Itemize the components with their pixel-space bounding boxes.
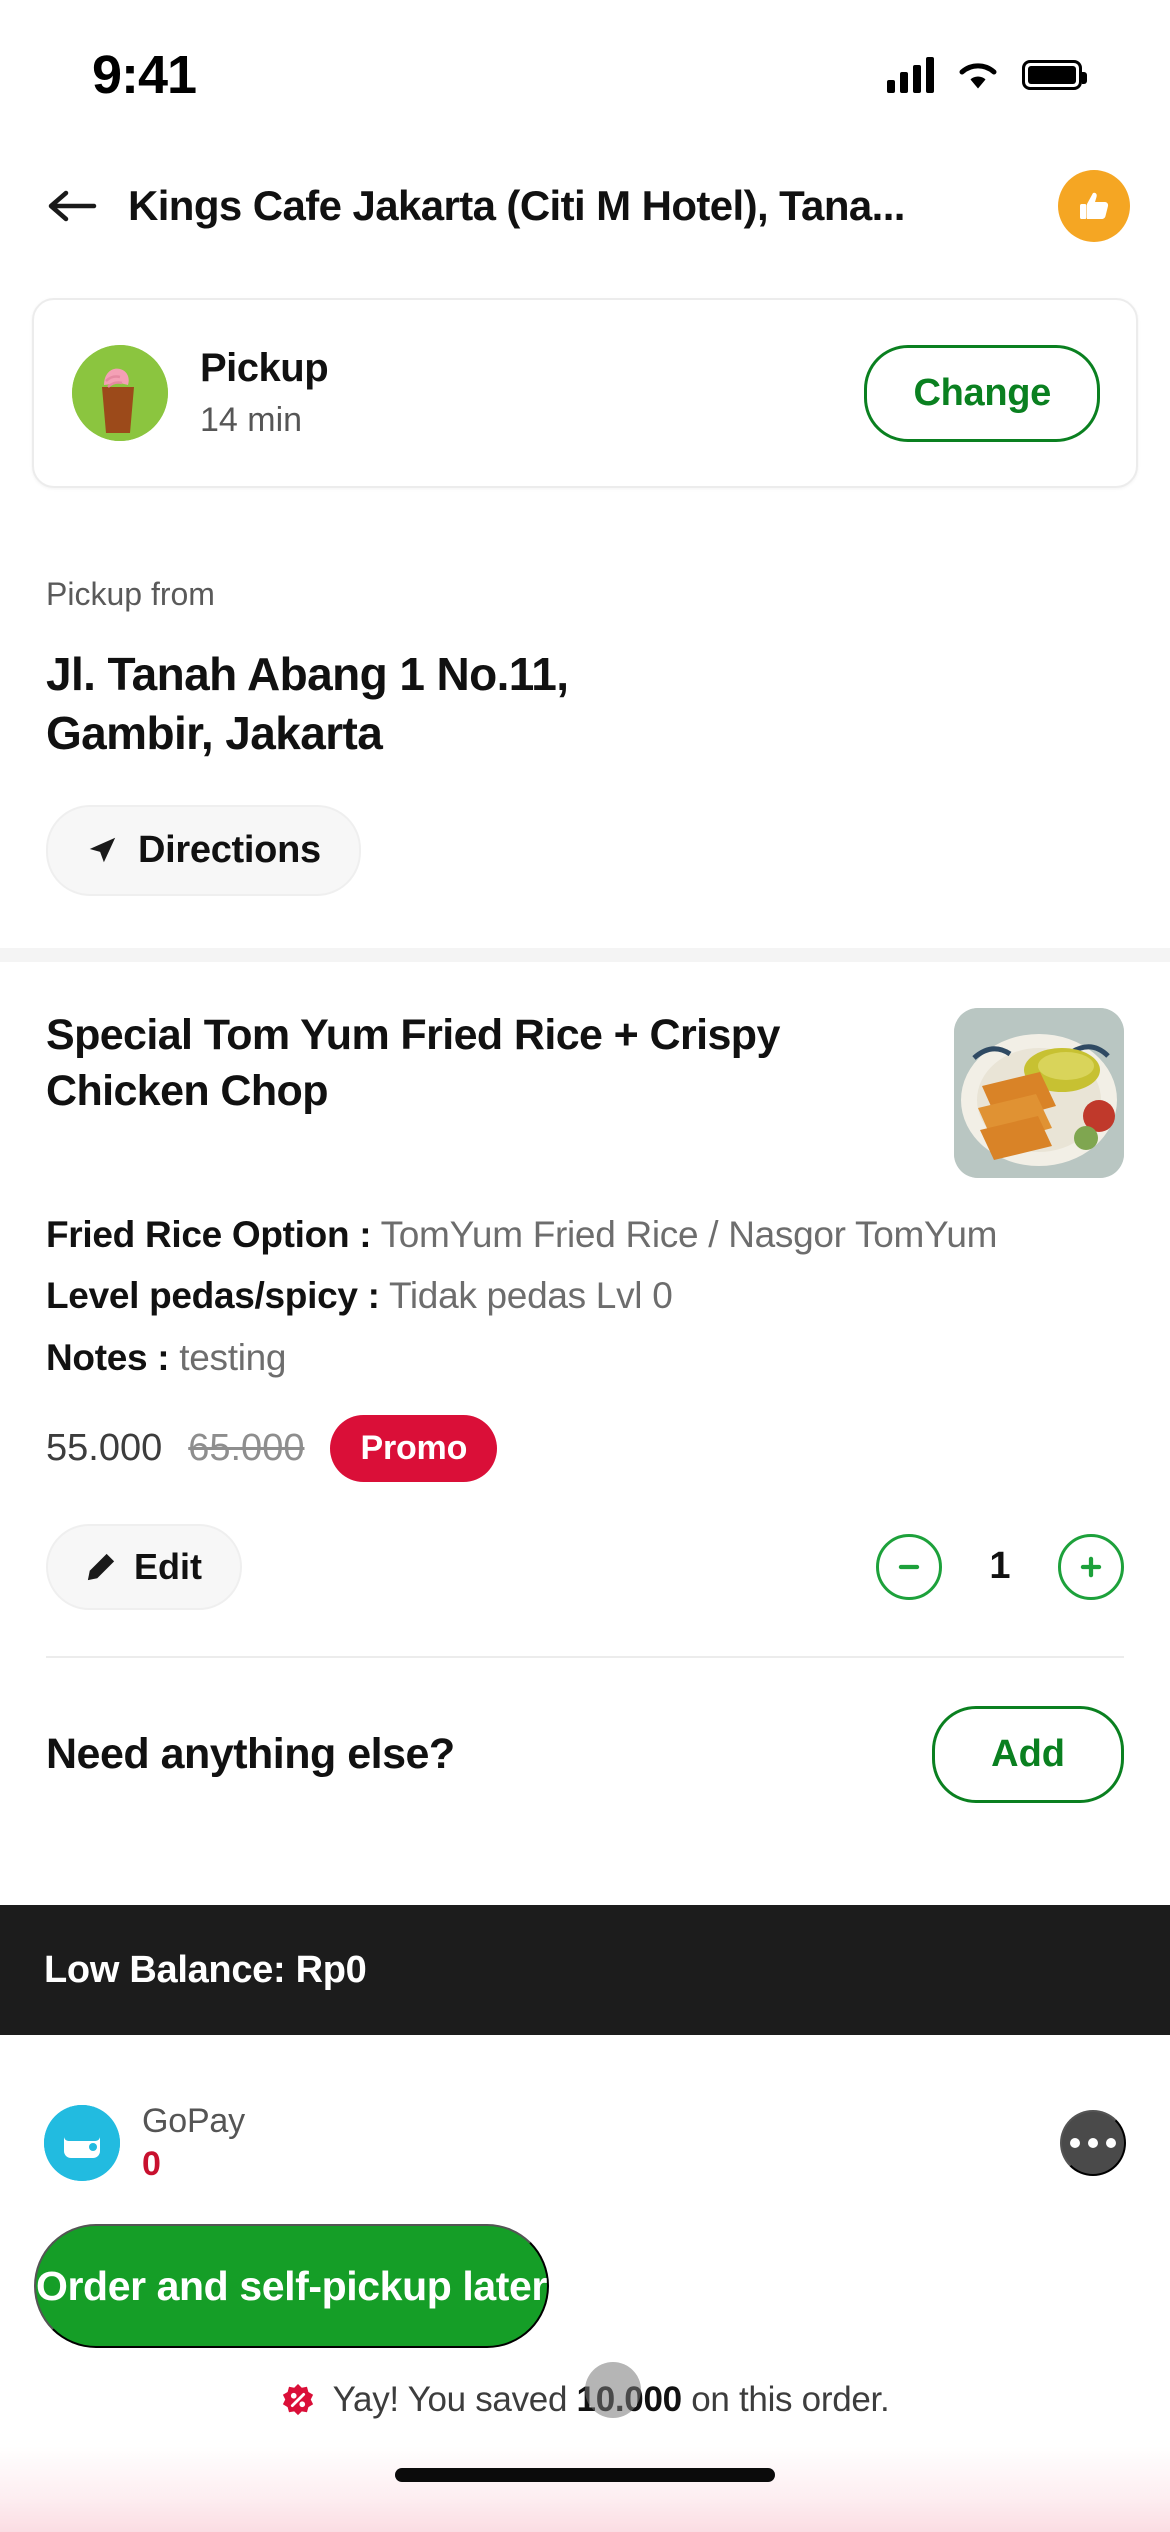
pickup-method-card[interactable]: Pickup 14 min Change <box>32 298 1138 488</box>
pickup-method-texts: Pickup 14 min <box>168 346 864 440</box>
home-indicator-area <box>0 2446 1170 2532</box>
app-header: Kings Cafe Jakarta (Citi M Hotel), Tana.… <box>0 150 1170 262</box>
increase-quantity-button[interactable] <box>1058 1533 1124 1600</box>
place-order-button[interactable]: Order and self-pickup later <box>34 2224 549 2348</box>
home-indicator[interactable] <box>395 2468 775 2482</box>
order-item-name: Special Tom Yum Fried Rice + Crispy Chic… <box>46 1010 780 1115</box>
order-item-options: Fried Rice Option : TomYum Fried Rice / … <box>46 1208 1124 1385</box>
option-label: Level pedas/spicy : <box>46 1275 380 1317</box>
low-balance-toast: Low Balance: Rp0 <box>0 1905 1170 2035</box>
pickup-eta: 14 min <box>200 401 303 439</box>
directions-label: Directions <box>138 828 321 871</box>
edit-label: Edit <box>134 1545 202 1587</box>
option-value: testing <box>179 1337 287 1379</box>
quantity-value: 1 <box>989 1545 1011 1588</box>
price-current: 55.000 <box>46 1426 163 1469</box>
option-row: Level pedas/spicy : Tidak pedas Lvl 0 <box>46 1269 1124 1323</box>
cellular-signal-icon <box>887 57 934 93</box>
payment-method-texts: GoPay 0 <box>142 2102 1038 2184</box>
savings-row: Yay! You saved 10.000 on this order. <box>0 2362 1170 2420</box>
pickup-method-title: Pickup <box>200 346 329 390</box>
quantity-stepper: 1 <box>876 1533 1124 1600</box>
decrease-quantity-button[interactable] <box>876 1533 942 1600</box>
low-balance-message: Low Balance: Rp0 <box>44 1948 367 1991</box>
status-icon-group <box>887 57 1087 93</box>
payment-balance: 0 <box>142 2145 161 2183</box>
option-value: Tidak pedas Lvl 0 <box>388 1275 673 1317</box>
discount-percent-icon <box>282 2383 313 2416</box>
section-divider <box>0 947 1170 962</box>
change-button[interactable]: Change <box>864 344 1100 442</box>
pencil-icon <box>87 1553 115 1580</box>
plus-icon <box>1080 1556 1102 1577</box>
savings-prefix: Yay! You saved <box>332 2380 577 2419</box>
option-value: TomYum Fried Rice / Nasgor TomYum <box>380 1213 998 1255</box>
need-anything-else-row: Need anything else? Add <box>0 1658 1170 1803</box>
battery-icon <box>1022 60 1087 90</box>
option-row: Notes : testing <box>46 1331 1124 1385</box>
status-bar: 9:41 <box>0 0 1170 150</box>
add-items-button[interactable]: Add <box>932 1705 1124 1803</box>
checkout-bottom-bar: GoPay 0 Order and self-pickup later Yay!… <box>0 2066 1170 2532</box>
directions-button[interactable]: Directions <box>46 804 361 896</box>
pickup-address-value: Jl. Tanah Abang 1 No.11, Gambir, Jakarta <box>46 648 569 759</box>
order-item-thumbnail <box>954 1007 1124 1178</box>
price-original: 65.000 <box>188 1426 305 1469</box>
order-item-header: Special Tom Yum Fried Rice + Crispy Chic… <box>46 1007 1124 1178</box>
back-arrow-icon[interactable] <box>46 186 98 226</box>
minus-icon <box>898 1564 920 1569</box>
more-options-icon[interactable] <box>1060 2110 1126 2176</box>
edit-button[interactable]: Edit <box>46 1523 242 1610</box>
promo-badge: Promo <box>330 1414 498 1482</box>
thumbs-up-icon[interactable] <box>1058 170 1130 242</box>
need-anything-else-title: Need anything else? <box>46 1729 455 1778</box>
savings-suffix: on this order. <box>681 2380 890 2419</box>
gopay-wallet-icon <box>44 2105 120 2181</box>
option-label: Fried Rice Option : <box>46 1213 372 1255</box>
wifi-icon <box>959 63 997 89</box>
option-row: Fried Rice Option : TomYum Fried Rice / … <box>46 1208 1124 1262</box>
navigation-arrow-icon <box>89 838 116 863</box>
pickup-from-label: Pickup from <box>46 576 215 612</box>
order-item-price-row: 55.000 65.000 Promo <box>46 1414 1124 1482</box>
page-title: Kings Cafe Jakarta (Citi M Hotel), Tana.… <box>128 182 905 229</box>
app-screen: 9:41 Kings Cafe Jakarta (Citi M Hotel), … <box>0 0 1170 2532</box>
pickup-address-block: Pickup from Jl. Tanah Abang 1 No.11, Gam… <box>0 488 1170 896</box>
status-time: 9:41 <box>92 45 197 105</box>
payment-method-name: GoPay <box>142 2102 245 2140</box>
option-label: Notes : <box>46 1337 170 1379</box>
touch-cursor-indicator <box>585 2362 641 2418</box>
order-item-actions: Edit 1 <box>46 1523 1124 1610</box>
payment-method-row[interactable]: GoPay 0 <box>0 2066 1170 2184</box>
order-item: Special Tom Yum Fried Rice + Crispy Chic… <box>0 962 1170 1610</box>
pickup-bag-icon <box>72 345 168 441</box>
